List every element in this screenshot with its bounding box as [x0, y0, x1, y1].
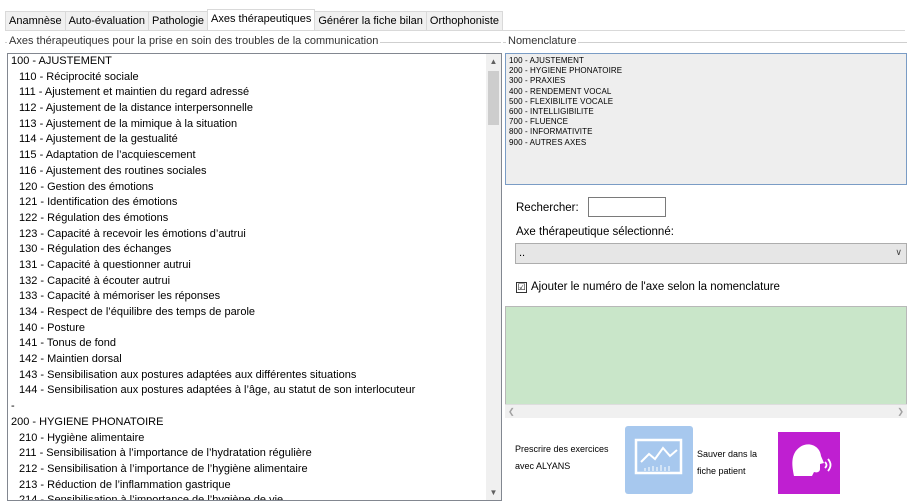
alyans-line-1: Prescrire des exercices [515, 444, 609, 454]
list-item[interactable]: 116 - Ajustement des routines sociales [8, 164, 501, 180]
nomenclature-rows: 100 - AJUSTEMENT 200 - HYGIENE PHONATOIRE… [509, 56, 903, 148]
axe-selected-value: .. [519, 247, 526, 259]
nomenclature-item[interactable]: 700 - FLUENCE [509, 117, 903, 127]
list-item[interactable]: - [8, 399, 501, 415]
sauver-text: Sauver dans la fiche patient [697, 446, 757, 480]
list-item[interactable]: 120 - Gestion des émotions [8, 180, 501, 196]
alyans-prescribe-button[interactable] [625, 426, 693, 494]
list-item[interactable]: 141 - Tonus de fond [8, 336, 501, 352]
list-item[interactable]: 110 - Réciprocité sociale [8, 70, 501, 86]
list-item[interactable]: 123 - Capacité à recevoir les émotions d… [8, 227, 501, 243]
nomenclature-item[interactable]: 400 - RENDEMENT VOCAL [509, 87, 903, 97]
tab-axes-therapeutiques[interactable]: Axes thérapeutiques [207, 9, 316, 31]
list-item[interactable]: 134 - Respect de l’équilibre des temps d… [8, 305, 501, 321]
nomenclature-item[interactable]: 100 - AJUSTEMENT [509, 56, 903, 66]
nomenclature-item[interactable]: 600 - INTELLIGIBILITE [509, 107, 903, 117]
nomenclature-item[interactable]: 900 - AUTRES AXES [509, 138, 903, 148]
list-item[interactable]: 130 - Régulation des échanges [8, 242, 501, 258]
textarea-horizontal-scrollbar[interactable]: ❮ ❯ [505, 404, 907, 418]
scroll-thumb[interactable] [488, 71, 499, 125]
scroll-left-icon[interactable]: ❮ [508, 405, 515, 419]
nomenclature-item[interactable]: 500 - FLEXIBILITE VOCALE [509, 97, 903, 107]
tab-pathologie[interactable]: Pathologie [148, 11, 209, 31]
axe-selected-label: Axe thérapeutique sélectionné: [516, 226, 674, 238]
nomenclature-item[interactable]: 200 - HYGIENE PHONATOIRE [509, 66, 903, 76]
scroll-up-icon[interactable]: ▲ [486, 54, 501, 69]
list-item[interactable]: 112 - Ajustement de la distance interper… [8, 101, 501, 117]
list-item[interactable]: 115 - Adaptation de l’acquiescement [8, 148, 501, 164]
list-item[interactable]: 140 - Posture [8, 321, 501, 337]
chevron-down-icon: ∨ [895, 247, 902, 257]
list-item[interactable]: 133 - Capacité à mémoriser les réponses [8, 289, 501, 305]
therapeutic-axes-list[interactable]: 100 - AJUSTEMENT 110 - Réciprocité social… [7, 53, 502, 501]
list-item[interactable]: 100 - AJUSTEMENT [8, 54, 501, 70]
selected-axes-textarea[interactable] [505, 306, 907, 418]
list-item[interactable]: 114 - Ajustement de la gestualité [8, 132, 501, 148]
alyans-line-2: avec ALYANS [515, 461, 571, 471]
left-group-title: Axes thérapeutiques pour la prise en soi… [7, 35, 381, 47]
tab-anamnese[interactable]: Anamnèse [5, 11, 66, 31]
list-item[interactable]: 131 - Capacité à questionner autrui [8, 258, 501, 274]
list-item[interactable]: 143 - Sensibilisation aux postures adapt… [8, 368, 501, 384]
list-item[interactable]: 111 - Ajustement et maintien du regard a… [8, 85, 501, 101]
list-item[interactable]: 132 - Capacité à écouter autrui [8, 274, 501, 290]
search-label: Rechercher: [516, 202, 579, 214]
scroll-right-icon[interactable]: ❯ [897, 405, 904, 419]
list-item[interactable]: 113 - Ajustement de la mimique à la situ… [8, 117, 501, 133]
list-item[interactable]: 122 - Régulation des émotions [8, 211, 501, 227]
list-item[interactable]: 212 - Sensibilisation à l’importance de … [8, 462, 501, 478]
list-scrollbar[interactable]: ▲ ▼ [486, 54, 501, 500]
search-input[interactable] [588, 197, 666, 217]
tab-generer-fiche-bilan[interactable]: Générer la fiche bilan [314, 11, 427, 31]
chart-screen-icon [634, 438, 683, 475]
tab-divider [5, 30, 905, 31]
save-to-patient-button[interactable] [778, 432, 840, 494]
nomenclature-item[interactable]: 800 - INFORMATIVITE [509, 127, 903, 137]
sauver-line-1: Sauver dans la [697, 449, 758, 459]
nomenclature-item[interactable]: 300 - PRAXIES [509, 76, 903, 86]
alyans-text: Prescrire des exercices avec ALYANS [515, 441, 609, 475]
add-axis-number-label: Ajouter le numéro de l'axe selon la nome… [531, 281, 780, 293]
list-item[interactable]: 121 - Identification des émotions [8, 195, 501, 211]
list-item[interactable]: 213 - Réduction de l’inflammation gastri… [8, 478, 501, 494]
speaking-head-icon [792, 444, 832, 476]
scroll-down-icon[interactable]: ▼ [486, 485, 501, 500]
list-item[interactable]: 200 - HYGIENE PHONATOIRE [8, 415, 501, 431]
list-item[interactable]: 214 - Sensibilisation à l’importance de … [8, 493, 501, 500]
list-rows: 100 - AJUSTEMENT 110 - Réciprocité social… [8, 54, 501, 500]
list-item[interactable]: 211 - Sensibilisation à l’importance de … [8, 446, 501, 462]
nomenclature-title: Nomenclature [506, 35, 579, 47]
tab-orthophoniste[interactable]: Orthophoniste [425, 11, 504, 31]
axe-selected-dropdown[interactable]: .. ∨ [515, 243, 907, 264]
list-item[interactable]: 144 - Sensibilisation aux postures adapt… [8, 383, 501, 399]
list-item[interactable]: 142 - Maintien dorsal [8, 352, 501, 368]
list-item[interactable]: 210 - Hygiène alimentaire [8, 431, 501, 447]
add-axis-number-option[interactable]: ☑ Ajouter le numéro de l'axe selon la no… [516, 281, 780, 293]
nomenclature-list[interactable]: 100 - AJUSTEMENT 200 - HYGIENE PHONATOIRE… [505, 53, 907, 185]
tab-bar: Anamnèse Auto-évaluation Pathologie Axes… [5, 9, 504, 31]
sauver-line-2: fiche patient [697, 466, 746, 476]
tab-auto-evaluation[interactable]: Auto-évaluation [64, 11, 150, 31]
add-axis-number-checkbox[interactable]: ☑ [516, 281, 527, 293]
